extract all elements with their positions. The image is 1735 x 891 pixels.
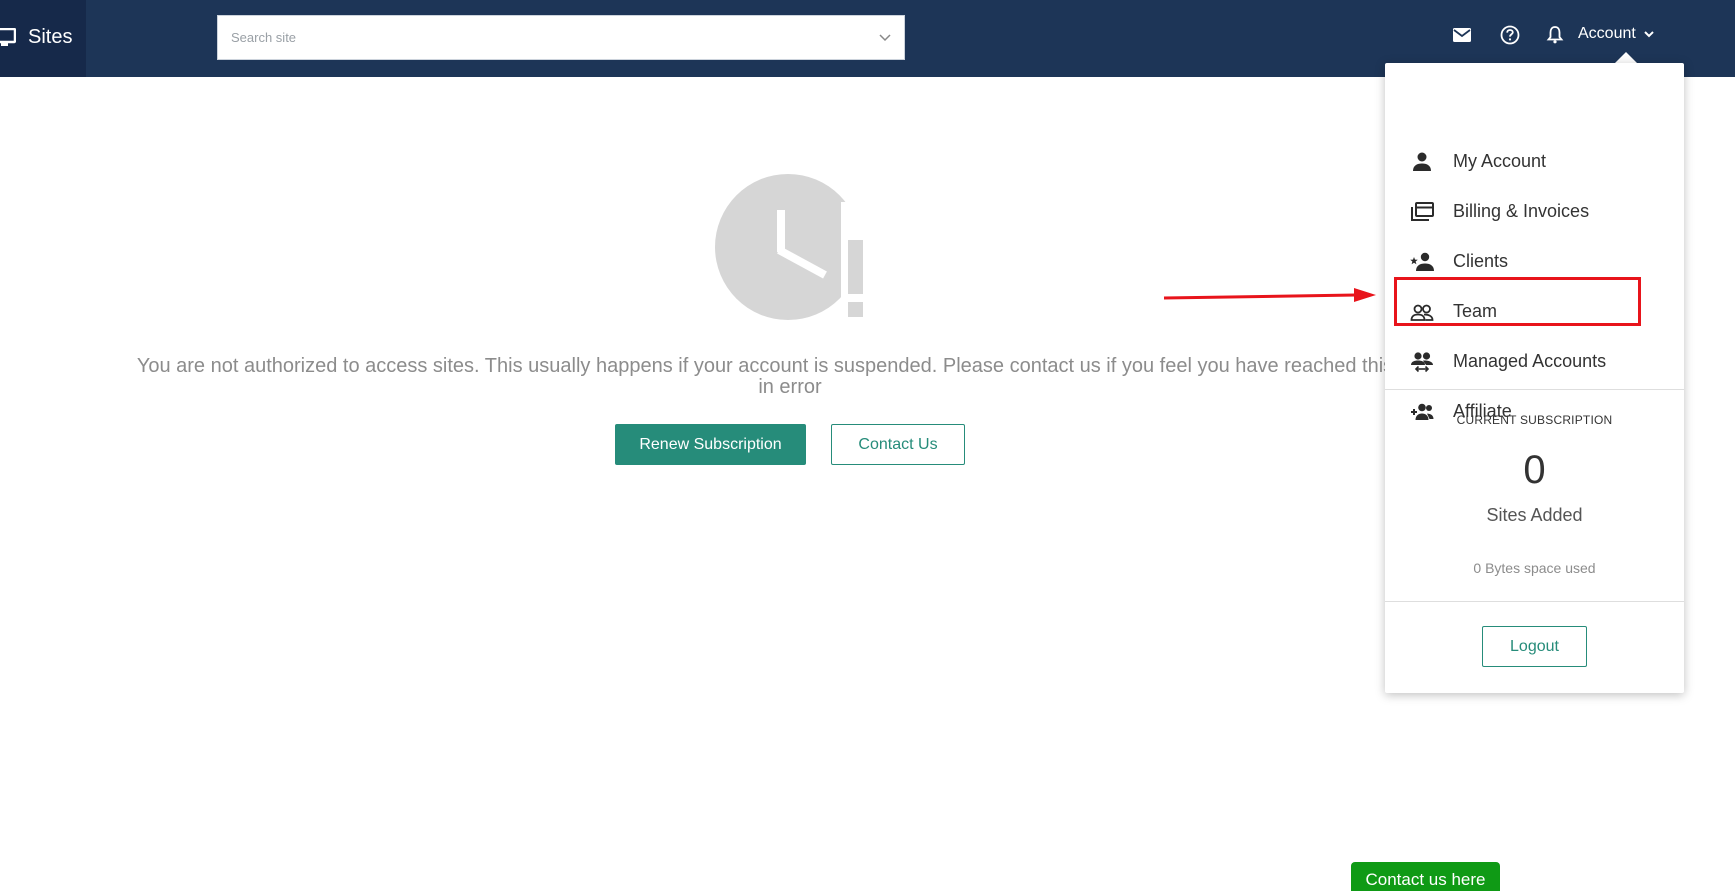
account-label: Account	[1578, 25, 1636, 42]
menu-item-label: Team	[1453, 301, 1498, 321]
menu-item-managed-accounts[interactable]: Managed Accounts	[1385, 337, 1684, 387]
chevron-down-icon[interactable]	[878, 31, 892, 45]
contact-us-button[interactable]: Contact Us	[831, 424, 965, 465]
menu-item-label: Managed Accounts	[1453, 351, 1607, 371]
menu-item-label: Clients	[1453, 251, 1509, 271]
contact-us-here-button[interactable]: Contact us here	[1351, 862, 1500, 891]
search-box[interactable]	[217, 15, 905, 60]
team-icon	[1410, 304, 1434, 321]
sites-added-label: Sites Added	[1486, 505, 1583, 525]
help-icon[interactable]	[1499, 24, 1521, 46]
managed-accounts-icon	[1411, 352, 1433, 373]
menu-item-label: Billing & Invoices	[1453, 201, 1590, 221]
subscription-title: CURRENT SUBSCRIPTION	[1456, 413, 1613, 427]
mail-icon[interactable]	[1451, 24, 1473, 46]
menu-item-team[interactable]: Team	[1385, 287, 1684, 337]
sites-count: 0	[1523, 448, 1546, 492]
menu-item-billing[interactable]: Billing & Invoices	[1385, 187, 1684, 237]
bell-icon[interactable]	[1544, 24, 1566, 46]
page: Sites Account	[0, 0, 1735, 891]
monitor-icon	[0, 28, 16, 46]
menu-item-affiliate[interactable]: Affiliate	[1385, 387, 1684, 437]
brand-label: Sites	[28, 26, 73, 48]
divider	[1385, 389, 1684, 390]
unauthorized-message: You are not authorized to access sites. …	[136, 355, 1444, 398]
account-dropdown: My Account Billing & Invoices Clients Te…	[1385, 63, 1684, 693]
search-input[interactable]	[231, 17, 871, 58]
divider	[1385, 601, 1684, 602]
menu-item-label: My Account	[1453, 151, 1547, 171]
brand-sites[interactable]: Sites	[0, 0, 86, 77]
logout-button[interactable]: Logout	[1482, 626, 1587, 667]
menu-item-clients[interactable]: Clients	[1385, 237, 1684, 287]
client-star-icon	[1410, 252, 1434, 271]
account-menu-button[interactable]: Account	[1578, 25, 1656, 43]
annotation-arrow	[1163, 288, 1376, 302]
clock-warning-icon	[715, 174, 868, 322]
person-icon	[1413, 152, 1431, 171]
billing-icon	[1411, 202, 1434, 221]
renew-subscription-button[interactable]: Renew Subscription	[615, 424, 806, 465]
chevron-down-icon	[1644, 31, 1654, 38]
space-used-text: 0 Bytes space used	[1473, 560, 1596, 576]
menu-item-my-account[interactable]: My Account	[1385, 137, 1684, 187]
